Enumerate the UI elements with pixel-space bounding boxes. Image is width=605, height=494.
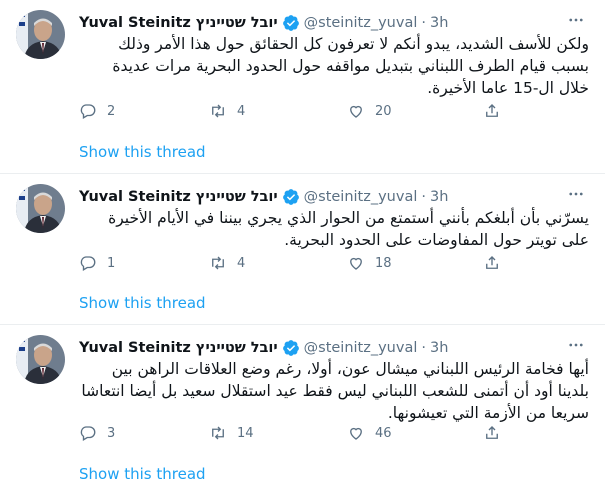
tweet-card[interactable]: Yuval Steinitz יובל שטייניץ @steinitz_yu… (0, 325, 605, 494)
retweet-icon (212, 426, 224, 440)
reply-icon (80, 256, 96, 271)
author-handle[interactable]: @steinitz_yuval (304, 189, 418, 205)
author-handle[interactable]: @steinitz_yuval (304, 15, 418, 31)
retweet-count: 4 (237, 255, 246, 271)
like-icon (350, 427, 362, 440)
like-count: 20 (375, 103, 392, 119)
avatar[interactable] (16, 10, 65, 59)
tweet-header: Yuval Steinitz יובל שטייניץ @steinitz_yu… (79, 13, 448, 33)
tweet-time[interactable]: 3h (430, 189, 448, 205)
reply-count: 1 (107, 255, 116, 271)
separator-dot: · (421, 189, 426, 205)
like-button[interactable]: 20 (347, 102, 392, 120)
reply-icon (80, 426, 96, 441)
show-thread-link[interactable]: Show this thread (79, 465, 206, 483)
tweet-actions: 1 4 18 (79, 254, 519, 274)
retweet-icon (212, 104, 224, 118)
separator-dot: · (421, 340, 426, 356)
retweet-button[interactable]: 14 (209, 424, 254, 442)
tweet-text: ولكن للأسف الشديد، يبدو أنكم لا تعرفون ك… (112, 35, 589, 97)
tweet-header: Yuval Steinitz יובל שטייניץ @steinitz_yu… (79, 338, 448, 358)
reply-button[interactable]: 2 (79, 102, 115, 120)
show-thread-link[interactable]: Show this thread (79, 294, 206, 312)
author-name[interactable]: Yuval Steinitz יובל שטייניץ (79, 15, 278, 31)
tweet-actions: 3 14 46 (79, 424, 519, 444)
author-name[interactable]: Yuval Steinitz יובל שטייניץ (79, 189, 278, 205)
like-icon (350, 105, 362, 118)
verified-badge-icon (282, 14, 300, 32)
like-count: 18 (375, 255, 392, 271)
avatar[interactable] (16, 184, 65, 233)
tweet-header: Yuval Steinitz יובל שטייניץ @steinitz_yu… (79, 187, 448, 207)
reply-icon (80, 104, 96, 119)
tweet-time[interactable]: 3h (430, 15, 448, 31)
tweet-text: أيها فخامة الرئيس اللبناني ميشال عون، أو… (81, 360, 589, 422)
retweet-count: 14 (237, 425, 254, 441)
tweet-time[interactable]: 3h (430, 340, 448, 356)
like-button[interactable]: 46 (347, 424, 392, 442)
retweet-button[interactable]: 4 (209, 102, 245, 120)
more-options-icon[interactable] (565, 185, 587, 207)
tweet-text: يسرّني بأن أبلغكم بأنني أستمتع من الحوار… (108, 209, 589, 249)
like-icon (350, 257, 362, 270)
more-options-icon[interactable] (565, 11, 587, 33)
retweet-icon (212, 256, 224, 270)
share-button[interactable] (483, 102, 511, 120)
retweet-count: 4 (237, 103, 246, 119)
author-handle[interactable]: @steinitz_yuval (304, 340, 418, 356)
author-name[interactable]: Yuval Steinitz יובל שטייניץ (79, 340, 278, 356)
tweet-card[interactable]: Yuval Steinitz יובל שטייניץ @steinitz_yu… (0, 174, 605, 324)
like-count: 46 (375, 425, 392, 441)
tweet-feed: Yuval Steinitz יובל שטייניץ @steinitz_yu… (0, 0, 605, 494)
share-icon (486, 104, 498, 117)
reply-count: 2 (107, 103, 116, 119)
retweet-button[interactable]: 4 (209, 254, 245, 272)
reply-button[interactable]: 3 (79, 424, 115, 442)
tweet-card[interactable]: Yuval Steinitz יובל שטייניץ @steinitz_yu… (0, 0, 605, 173)
avatar[interactable] (16, 335, 65, 384)
share-icon (486, 426, 498, 439)
verified-badge-icon (282, 339, 300, 357)
share-button[interactable] (483, 424, 511, 442)
verified-badge-icon (282, 188, 300, 206)
share-icon (486, 256, 498, 269)
share-button[interactable] (483, 254, 511, 272)
like-button[interactable]: 18 (347, 254, 392, 272)
tweet-actions: 2 4 20 (79, 102, 519, 122)
show-thread-link[interactable]: Show this thread (79, 143, 206, 161)
more-options-icon[interactable] (565, 336, 587, 358)
separator-dot: · (421, 15, 426, 31)
reply-count: 3 (107, 425, 116, 441)
reply-button[interactable]: 1 (79, 254, 115, 272)
